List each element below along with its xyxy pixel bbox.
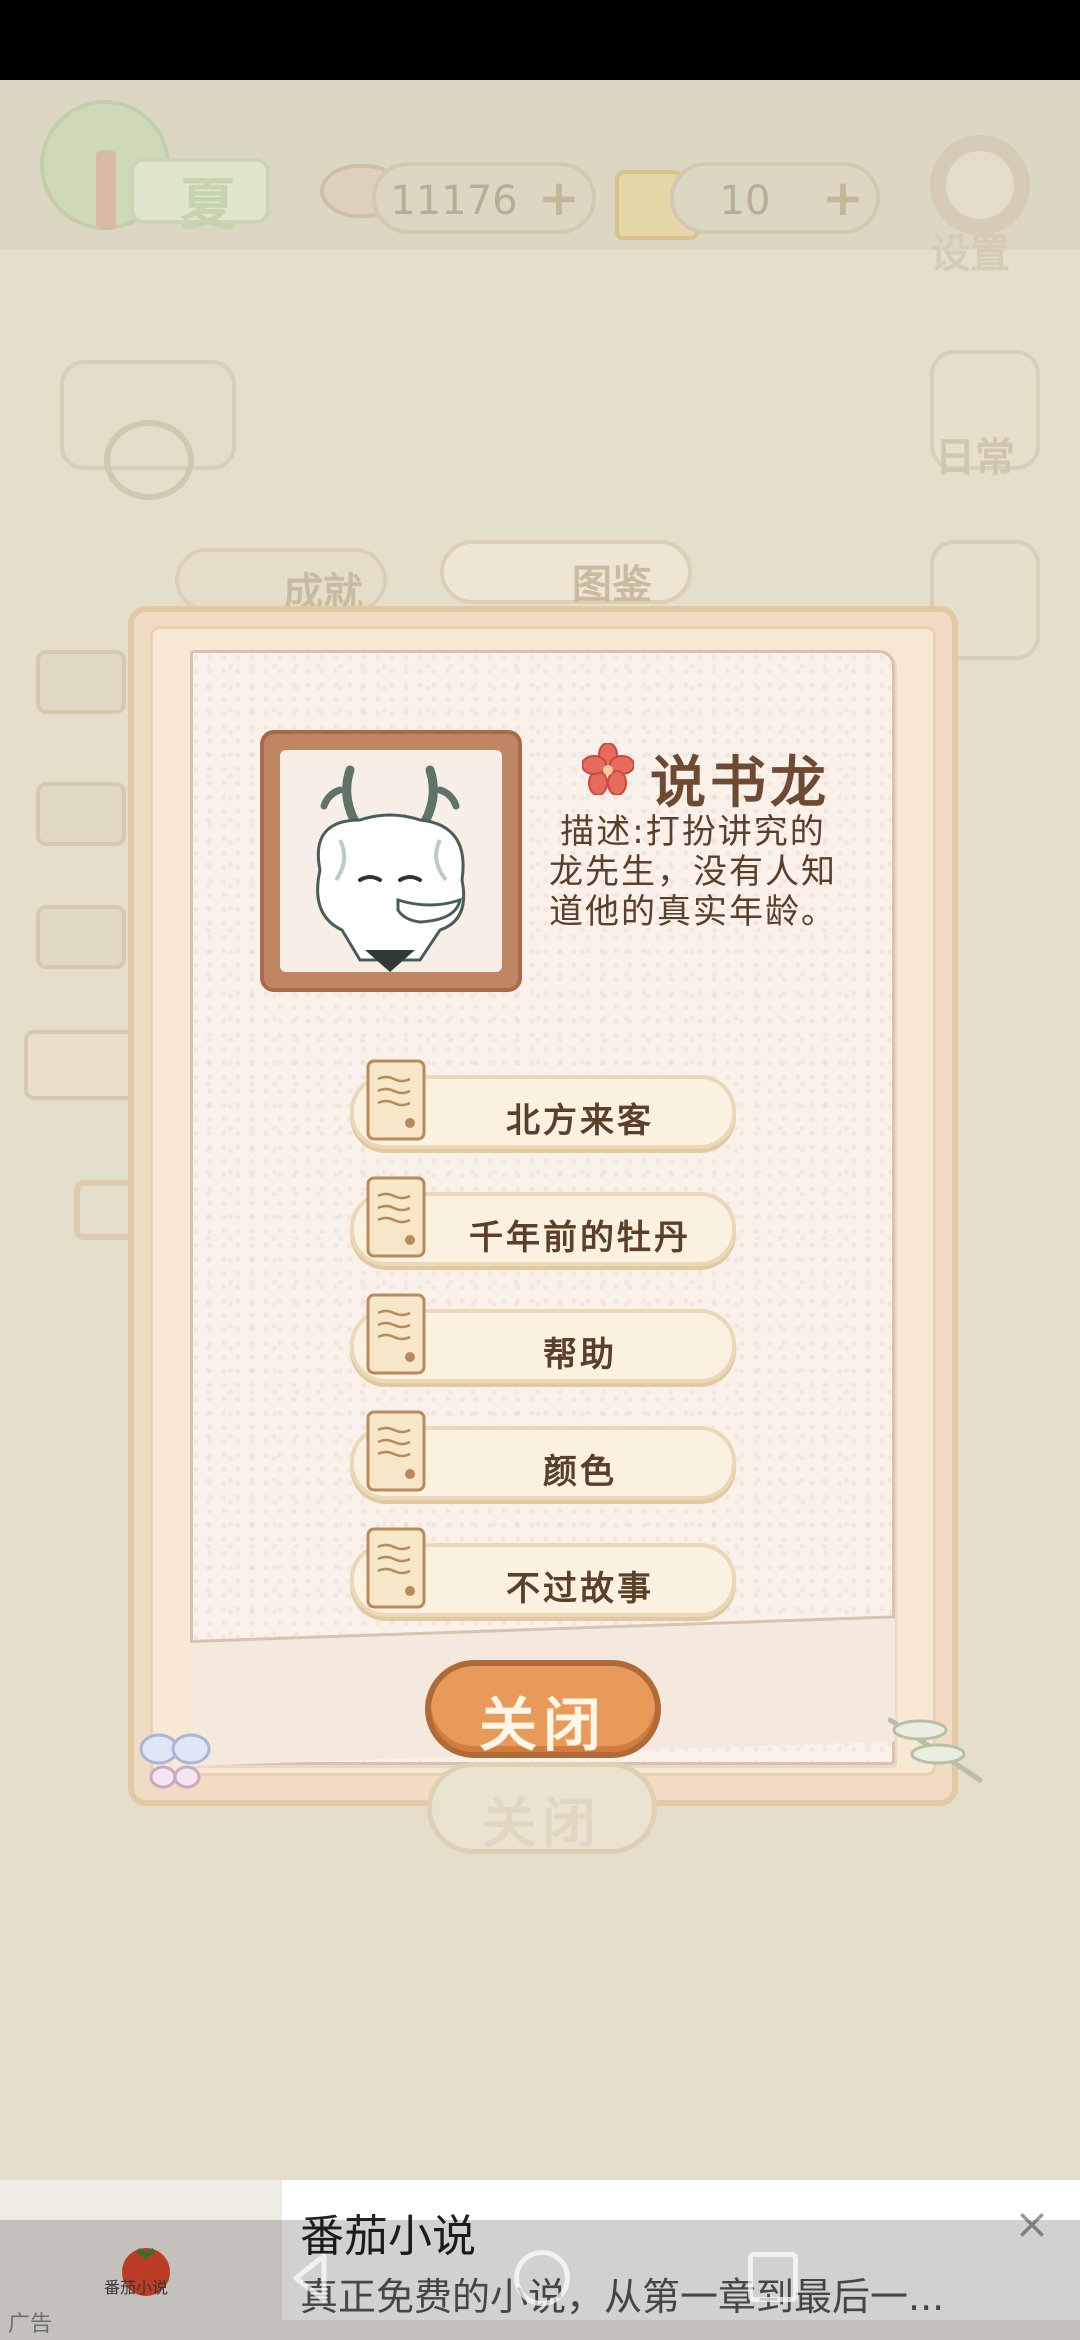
tab-collection[interactable]: 图鉴 — [440, 540, 692, 608]
scroll-icon — [366, 1059, 426, 1141]
cheese-count: 10 — [719, 178, 771, 224]
story-title: 不过故事 — [506, 1569, 654, 1609]
character-portrait-frame — [260, 730, 522, 992]
background-close-label: 关闭 — [482, 1792, 602, 1855]
story-title: 颜色 — [543, 1452, 617, 1492]
side-tab-bouquet[interactable] — [36, 905, 126, 969]
story-title: 北方来客 — [506, 1101, 654, 1141]
story-item[interactable]: 千年前的牡丹 — [350, 1172, 740, 1266]
side-tab-photo[interactable] — [36, 782, 126, 846]
gear-icon — [930, 135, 1030, 235]
dragon-portrait-icon — [316, 765, 466, 972]
tree-trunk — [96, 150, 116, 230]
scroll-icon — [366, 1176, 426, 1258]
back-icon[interactable] — [290, 2252, 330, 2304]
fish-count: 11176 — [390, 178, 518, 224]
story-item[interactable]: 北方来客 — [350, 1055, 740, 1149]
settings-button[interactable]: 设置 — [920, 135, 1040, 277]
daily-label: 日常 — [935, 435, 1015, 481]
background-close-button: 关闭 — [427, 1762, 657, 1855]
character-name: 说书龙 — [650, 751, 830, 816]
add-fish-button[interactable]: + — [538, 173, 580, 223]
character-portrait — [280, 750, 502, 972]
tab-collection-label: 图鉴 — [572, 562, 652, 608]
home-icon[interactable] — [514, 2250, 570, 2306]
settings-label: 设置 — [930, 231, 1010, 277]
status-bar — [0, 0, 1080, 80]
scroll-icon — [366, 1293, 426, 1375]
flower-icon — [582, 743, 634, 795]
scroll-icon — [366, 1410, 426, 1492]
story-item[interactable]: 颜色 — [350, 1406, 740, 1500]
scroll-icon — [366, 1527, 426, 1609]
butterfly-icon — [139, 1733, 211, 1789]
side-tab-flower[interactable] — [36, 650, 126, 714]
dragonfly-icon — [887, 1717, 983, 1783]
cheese-counter: 10 + — [670, 162, 880, 234]
character-description: 描述:打扮讲究的龙先生，没有人知道他的真实年龄。 — [549, 812, 837, 932]
add-cheese-button[interactable]: + — [822, 173, 864, 223]
story-item[interactable]: 不过故事 — [350, 1523, 740, 1617]
close-button-label: 关闭 — [478, 1691, 607, 1759]
close-button[interactable]: 关闭 — [425, 1660, 661, 1759]
story-title: 千年前的牡丹 — [469, 1218, 691, 1258]
season-badge[interactable]: 夏 — [40, 100, 270, 240]
play-video-icon — [104, 420, 194, 500]
story-title: 帮助 — [543, 1335, 617, 1375]
fish-counter: 11176 + — [372, 162, 596, 234]
tab-achievements[interactable]: 成就 — [175, 548, 387, 616]
recent-apps-icon[interactable] — [748, 2252, 798, 2302]
season-label: 夏 — [180, 173, 236, 238]
story-item[interactable]: 帮助 — [350, 1289, 740, 1383]
